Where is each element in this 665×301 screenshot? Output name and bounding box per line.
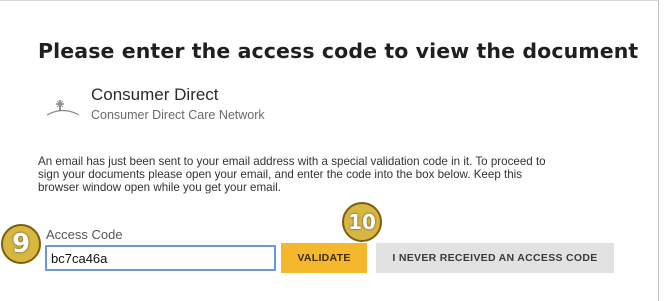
annotation-badge-10: 10 <box>342 202 382 242</box>
instruction-line: browser window open while you get your e… <box>38 180 281 194</box>
validate-button[interactable]: VALIDATE <box>281 243 367 273</box>
brand-subtitle: Consumer Direct Care Network <box>91 108 265 122</box>
brand-header: Consumer Direct Consumer Direct Care Net… <box>46 85 346 125</box>
access-code-input[interactable] <box>45 245 276 271</box>
instruction-line: An email has just been sent to your emai… <box>38 155 546 168</box>
consumer-direct-logo-icon <box>46 100 80 116</box>
instruction-line: sign your documents please open your ema… <box>38 167 523 181</box>
instruction-message: An email has just been sent to your emai… <box>38 155 638 194</box>
dialog-frame: Please enter the access code to view the… <box>0 0 659 301</box>
access-code-label: Access Code <box>46 227 123 242</box>
page-title: Please enter the access code to view the… <box>38 39 639 63</box>
brand-name: Consumer Direct <box>91 85 219 104</box>
never-received-code-button[interactable]: I NEVER RECEIVED AN ACCESS CODE <box>376 243 614 273</box>
annotation-badge-9: 9 <box>1 224 41 264</box>
